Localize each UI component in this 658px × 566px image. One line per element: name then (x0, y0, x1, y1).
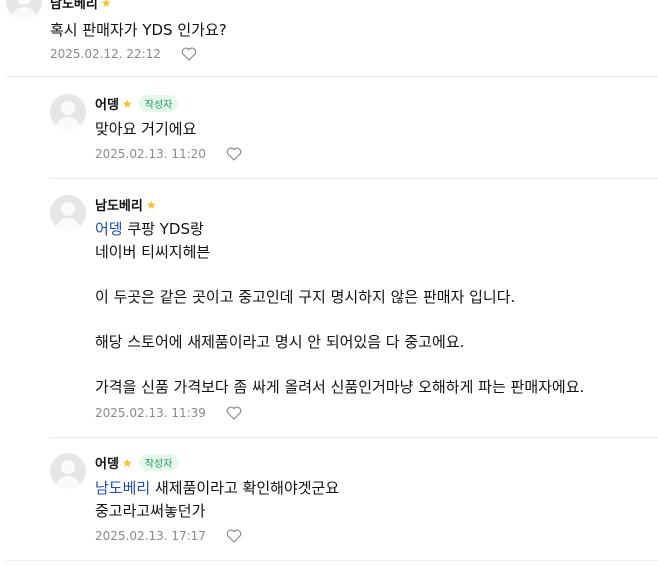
comment-meta: 2025.02.13. 11:39 (95, 406, 242, 420)
comment-date: 2025.02.13. 11:20 (95, 147, 206, 161)
star-icon: ★ (121, 96, 133, 111)
comment-author[interactable]: 남도베리 (50, 0, 98, 12)
comment-author[interactable]: 어뎅 (95, 453, 119, 472)
heart-outline-icon[interactable] (181, 47, 197, 61)
mention-link[interactable]: 어뎅 (95, 220, 123, 238)
author-badge: 작성자 (138, 95, 179, 112)
comment-meta: 2025.02.13. 17:17 (95, 529, 242, 543)
divider (6, 560, 658, 561)
star-icon: ★ (145, 197, 157, 212)
comment-text: 혹시 판매자가 YDS 인가요? (50, 21, 227, 39)
avatar[interactable] (6, 0, 42, 20)
comment-date: 2025.02.13. 17:17 (95, 529, 206, 543)
comment-text: 남도베리 새제품이라고 확인해야겟군요 중고라고써놓던가 (95, 479, 340, 520)
mention-link[interactable]: 남도베리 (95, 479, 150, 497)
comment-text: 어뎅 쿠팡 YDS랑 네이버 티씨지헤븐 이 두곳은 같은 곳이고 중고인데 구… (95, 220, 585, 396)
author-badge: 작성자 (138, 454, 179, 471)
comment-author[interactable]: 남도베리 (95, 195, 143, 214)
avatar[interactable] (50, 195, 86, 231)
comment-text: 맞아요 거기에요 (95, 120, 197, 138)
comment-date: 2025.02.12. 22:12 (50, 47, 161, 61)
heart-outline-icon[interactable] (226, 529, 242, 543)
comment-date: 2025.02.13. 11:39 (95, 406, 206, 420)
avatar[interactable] (50, 453, 86, 489)
heart-outline-icon[interactable] (226, 406, 242, 420)
comment-meta: 2025.02.13. 11:20 (95, 147, 242, 161)
divider (50, 437, 658, 438)
star-icon: ★ (121, 455, 133, 470)
divider (50, 178, 658, 179)
divider (6, 76, 658, 77)
comment-meta: 2025.02.12. 22:12 (50, 47, 197, 61)
avatar[interactable] (50, 94, 86, 130)
star-icon: ★ (100, 0, 112, 10)
comment-author[interactable]: 어뎅 (95, 94, 119, 113)
heart-outline-icon[interactable] (226, 147, 242, 161)
